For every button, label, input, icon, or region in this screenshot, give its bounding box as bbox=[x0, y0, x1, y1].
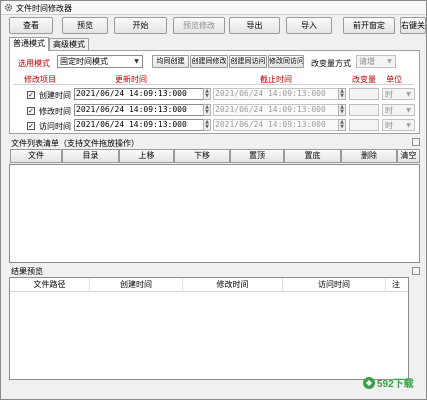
title-bar: 文件时间修改器 bbox=[1, 1, 426, 15]
modify-change-time-input[interactable]: 2021/06/24 14:09:13:000 bbox=[74, 104, 204, 116]
create-unit-value: 时 bbox=[385, 90, 393, 99]
create-time-label: 创建时间 bbox=[39, 91, 71, 100]
checkmark-icon: ✓ bbox=[28, 107, 34, 115]
checkmark-icon: ✓ bbox=[28, 91, 34, 99]
results-collapse-toggle[interactable] bbox=[412, 267, 420, 275]
modify-unit-value: 时 bbox=[385, 106, 393, 115]
view-button[interactable]: 查看 bbox=[9, 17, 53, 34]
header-divider bbox=[14, 84, 414, 85]
spin-arrows-icon[interactable]: ▲ ▼ bbox=[338, 104, 346, 116]
spin-arrows-icon[interactable]: ▲ ▼ bbox=[203, 119, 211, 131]
delete-button[interactable]: 删除 bbox=[341, 149, 397, 163]
site-watermark: 592下载 bbox=[362, 375, 420, 391]
column-create-time[interactable]: 创建时间 bbox=[90, 278, 183, 292]
chevron-down-icon: ▼ bbox=[134, 58, 139, 65]
spin-arrows-icon[interactable]: ▲ ▼ bbox=[203, 104, 211, 116]
chevron-down-icon: ▼ bbox=[406, 91, 411, 98]
create-time-checkbox[interactable]: ✓ bbox=[27, 91, 35, 99]
access-end-time-input[interactable]: 2021/06/24 14:09:13:000 bbox=[213, 119, 340, 131]
column-file-path[interactable]: 文件路径 bbox=[10, 278, 90, 292]
mode-select-value: 固定时间模式 bbox=[60, 57, 108, 66]
spin-arrows-icon[interactable]: ▲ ▼ bbox=[338, 88, 346, 100]
modify-end-time-input[interactable]: 2021/06/24 14:09:13:000 bbox=[213, 104, 340, 116]
watermark-logo-icon: 592下载 bbox=[363, 377, 414, 390]
change-method-value: 请增 bbox=[359, 57, 375, 66]
move-top-button[interactable]: 置顶 bbox=[230, 149, 284, 163]
modify-change-amount-input[interactable] bbox=[349, 104, 379, 116]
preview-modify-button[interactable]: 预览修改 bbox=[173, 17, 225, 34]
add-folder-button[interactable]: 目录 bbox=[62, 149, 119, 163]
checkmark-icon: ✓ bbox=[28, 122, 34, 130]
access-change-amount-input[interactable] bbox=[349, 119, 379, 131]
spin-arrows-icon[interactable]: ▲ ▼ bbox=[203, 88, 211, 100]
watermark-text: 592下载 bbox=[377, 377, 414, 390]
export-button[interactable]: 导出 bbox=[229, 17, 280, 34]
column-note[interactable]: 注 bbox=[386, 278, 406, 292]
results-header: 文件路径 创建时间 修改时间 访问时间 注 bbox=[10, 278, 408, 292]
move-up-button[interactable]: 上移 bbox=[119, 149, 174, 163]
all-same-create-button[interactable]: 均同创建 bbox=[152, 55, 189, 68]
access-time-checkbox[interactable]: ✓ bbox=[27, 122, 35, 130]
create-same-modify-button[interactable]: 创建同修改 bbox=[190, 55, 228, 68]
app-window: 文件时间修改器 查看 预览 开始 预览修改 导出 导入 前开窗定 右键关 普通模… bbox=[0, 0, 427, 400]
mode-select[interactable]: 固定时间模式 ▼ bbox=[57, 55, 143, 68]
file-list-collapse-toggle[interactable] bbox=[412, 138, 420, 146]
modify-unit-select[interactable]: 时 ▼ bbox=[382, 104, 415, 116]
chevron-down-icon: ▼ bbox=[406, 107, 411, 114]
gear-icon bbox=[4, 3, 13, 12]
modify-same-access-button[interactable]: 修改同访问 bbox=[268, 55, 304, 68]
spin-arrows-icon[interactable]: ▲ ▼ bbox=[338, 119, 346, 131]
chevron-down-icon: ▼ bbox=[406, 122, 411, 129]
change-method-label: 改变量方式 bbox=[311, 59, 351, 68]
create-same-access-button[interactable]: 创建同访问 bbox=[229, 55, 267, 68]
create-end-time-input[interactable]: 2021/06/24 14:09:13:000 bbox=[213, 88, 340, 100]
results-label: 结果预览 bbox=[11, 267, 43, 276]
change-method-select[interactable]: 请增 ▼ bbox=[356, 55, 396, 68]
chevron-down-icon: ▼ bbox=[387, 58, 392, 65]
move-down-button[interactable]: 下移 bbox=[174, 149, 230, 163]
normal-mode-panel: 选用模式 固定时间模式 ▼ 均同创建 创建同修改 创建同访问 修改同访问 改变量… bbox=[9, 50, 420, 134]
column-access-time[interactable]: 访问时间 bbox=[283, 278, 386, 292]
file-list[interactable] bbox=[9, 164, 420, 263]
modify-time-checkbox[interactable]: ✓ bbox=[27, 107, 35, 115]
create-unit-select[interactable]: 时 ▼ bbox=[382, 88, 415, 100]
access-change-time-input[interactable]: 2021/06/24 14:09:13:000 bbox=[74, 119, 204, 131]
mode-label: 选用模式 bbox=[18, 59, 50, 68]
start-button[interactable]: 开始 bbox=[114, 17, 167, 34]
create-change-time-input[interactable]: 2021/06/24 14:09:13:000 bbox=[74, 88, 204, 100]
modify-time-label: 修改时间 bbox=[39, 107, 71, 116]
move-bottom-button[interactable]: 置底 bbox=[284, 149, 341, 163]
create-change-amount-input[interactable] bbox=[349, 88, 379, 100]
window-title: 文件时间修改器 bbox=[16, 4, 72, 13]
access-time-label: 访问时间 bbox=[39, 122, 71, 131]
results-table[interactable]: 文件路径 创建时间 修改时间 访问时间 注 bbox=[9, 277, 409, 380]
add-file-button[interactable]: 文件 bbox=[10, 149, 62, 163]
column-modify-time[interactable]: 修改时间 bbox=[183, 278, 283, 292]
import-button[interactable]: 导入 bbox=[286, 17, 332, 34]
tab-normal-mode[interactable]: 普通模式 bbox=[9, 37, 49, 51]
file-list-label: 文件列表清单（支持文件拖放操作） bbox=[11, 139, 139, 148]
access-unit-value: 时 bbox=[385, 121, 393, 130]
clear-button[interactable]: 清空 bbox=[397, 149, 420, 163]
pin-window-button[interactable]: 前开窗定 bbox=[343, 17, 395, 34]
access-unit-select[interactable]: 时 ▼ bbox=[382, 119, 415, 131]
preview-button[interactable]: 预览 bbox=[62, 17, 108, 34]
context-menu-button[interactable]: 右键关 bbox=[400, 17, 426, 34]
